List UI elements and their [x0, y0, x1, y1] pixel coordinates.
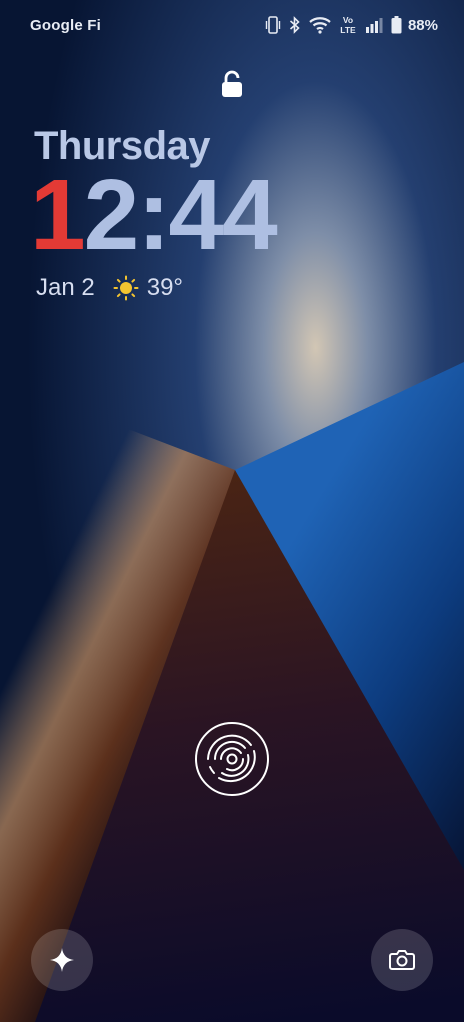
date-weather-row: Jan 2 39°	[36, 274, 183, 302]
sparkle-icon	[50, 948, 74, 972]
bluetooth-icon	[289, 16, 300, 34]
fingerprint-icon[interactable]	[194, 721, 270, 797]
status-bar: Google Fi Vo LTE 88%	[0, 0, 464, 52]
battery-icon	[391, 16, 402, 34]
signal-icon	[365, 18, 383, 33]
lock-icon	[222, 70, 242, 97]
carrier-label: Google Fi	[30, 17, 101, 34]
assistant-shortcut-button[interactable]	[31, 929, 93, 991]
lock-screen: Google Fi Vo LTE 88% Thursday 12:44 Jan …	[0, 0, 464, 1022]
vibrate-icon	[265, 16, 281, 34]
clock-rest: 2:44	[83, 159, 278, 271]
camera-shortcut-button[interactable]	[371, 929, 433, 991]
status-icons: Vo LTE 88%	[265, 14, 438, 36]
wifi-icon	[309, 17, 331, 34]
date-label: Jan 2	[36, 274, 95, 301]
svg-text:LTE: LTE	[340, 25, 356, 35]
svg-text:Vo: Vo	[343, 15, 353, 25]
volte-icon: Vo LTE	[340, 15, 356, 35]
clock: 12:44	[30, 165, 278, 265]
clock-first-digit: 1	[30, 159, 86, 271]
temperature-label: 39°	[146, 274, 184, 301]
camera-icon	[389, 950, 415, 970]
sun-icon	[113, 275, 139, 301]
battery-percent: 88%	[407, 16, 438, 34]
